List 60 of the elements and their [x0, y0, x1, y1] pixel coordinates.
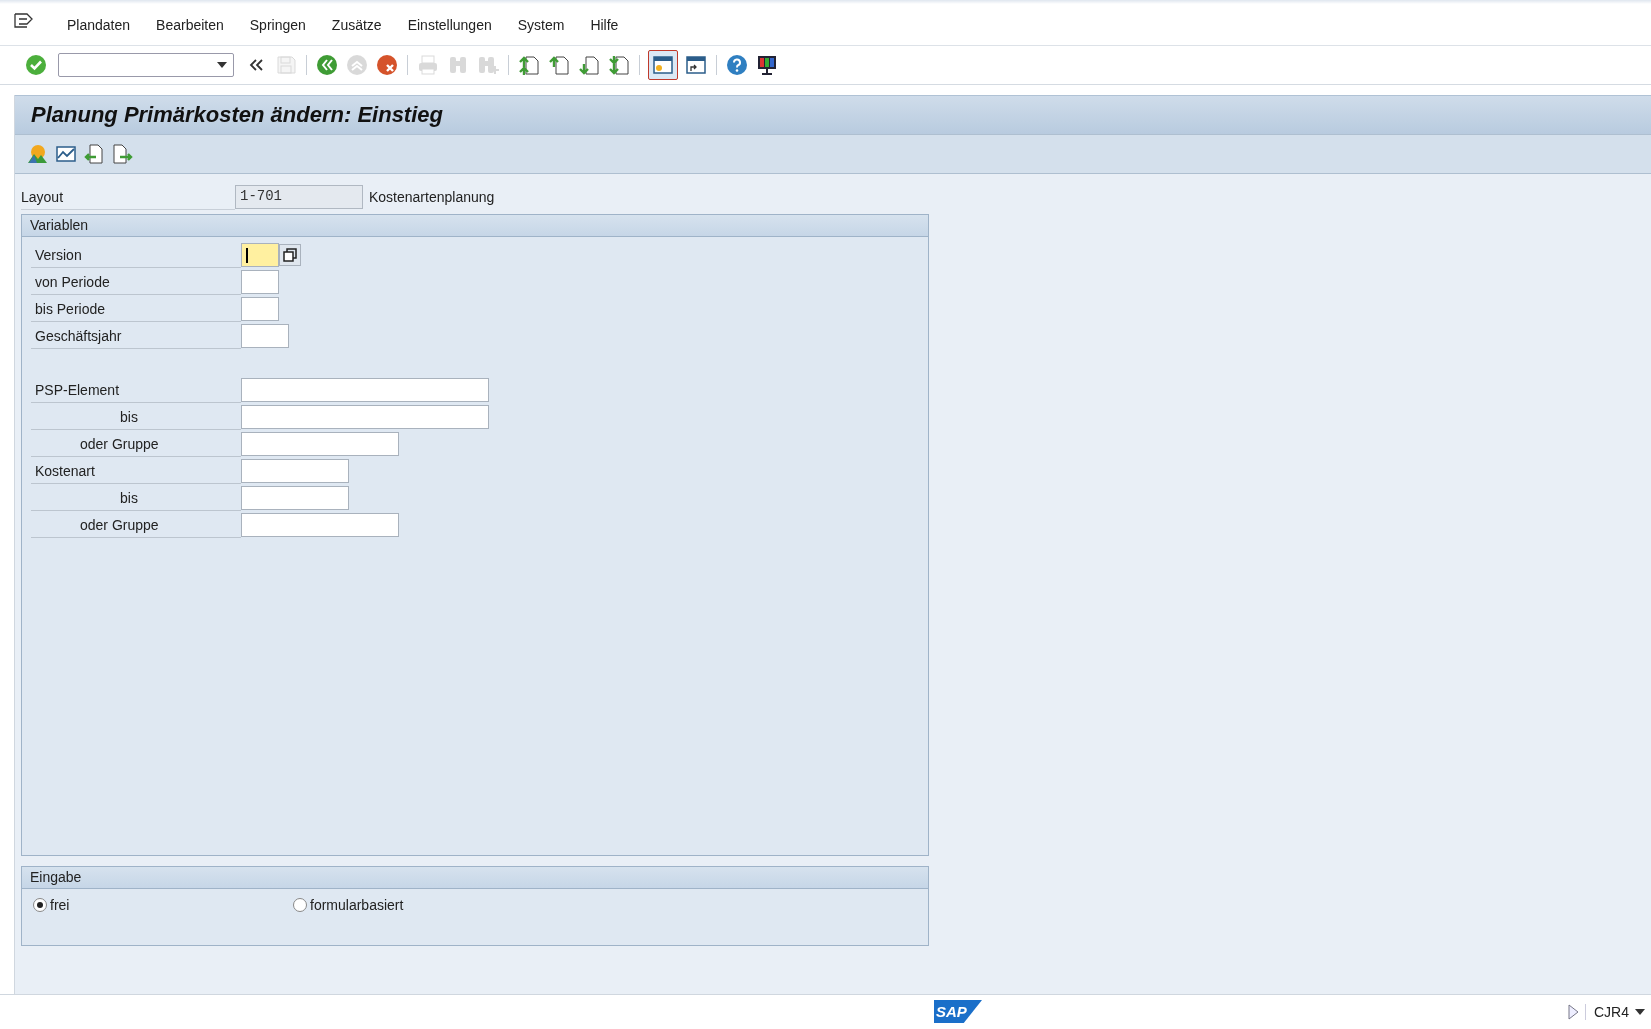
- input-field[interactable]: [241, 431, 399, 456]
- menu-item[interactable]: Einstellungen: [394, 16, 505, 33]
- field-label: oder Gruppe: [31, 511, 241, 538]
- menu-item[interactable]: Hilfe: [577, 16, 632, 33]
- logo: SAP: [934, 1000, 982, 1023]
- monitor-icon[interactable]: [755, 53, 779, 77]
- input-field[interactable]: [241, 404, 489, 429]
- panel-header: Eingabe: [22, 867, 928, 889]
- field-label: Kostenart: [31, 457, 241, 484]
- help-icon[interactable]: [725, 53, 749, 77]
- layout-description: Kostenartenplanung: [369, 189, 495, 205]
- field-label: PSP-Element: [31, 376, 241, 403]
- menu-item[interactable]: Plandaten: [54, 16, 144, 33]
- menu-item[interactable]: Springen: [236, 16, 319, 33]
- field-label: bis Periode: [31, 295, 241, 322]
- previous-page-icon[interactable]: [547, 53, 571, 77]
- panel-header: Variablen: [22, 215, 928, 237]
- menu-icon[interactable]: [14, 12, 34, 29]
- input-field[interactable]: [241, 242, 279, 267]
- back-icon[interactable]: [315, 53, 339, 77]
- input-field[interactable]: [241, 323, 289, 348]
- play-icon[interactable]: [1567, 1004, 1579, 1020]
- input-field[interactable]: [241, 269, 279, 294]
- field-label: bis: [31, 403, 241, 430]
- radio-button[interactable]: [33, 898, 47, 912]
- dropdown-caret-icon[interactable]: [1635, 1009, 1645, 1015]
- command-field[interactable]: [58, 53, 234, 77]
- last-page-icon[interactable]: [607, 53, 631, 77]
- landscape-icon[interactable]: [28, 145, 47, 163]
- menu-item[interactable]: System: [504, 16, 578, 33]
- cancel-icon[interactable]: [375, 53, 399, 77]
- input-field[interactable]: [241, 485, 349, 510]
- value-help-button[interactable]: [279, 243, 301, 266]
- export-icon[interactable]: [113, 144, 133, 164]
- dropdown-caret-icon: [217, 62, 227, 68]
- menu-item[interactable]: Bearbeiten: [143, 16, 237, 33]
- transaction-code: CJR4: [1585, 1004, 1629, 1020]
- screen-title: Planung Primärkosten ändern: Einstieg: [31, 102, 443, 128]
- field-label: bis: [31, 484, 241, 511]
- radio-label: formularbasiert: [310, 897, 404, 913]
- input-field[interactable]: [241, 377, 489, 402]
- import-icon[interactable]: [84, 144, 103, 164]
- new-window-icon[interactable]: [648, 50, 678, 80]
- radio-label: frei: [50, 897, 70, 913]
- menu-item[interactable]: Zusätze: [318, 16, 395, 33]
- field-label: Layout: [21, 184, 235, 210]
- next-page-icon[interactable]: [577, 53, 601, 77]
- input-field[interactable]: [241, 458, 349, 483]
- radio-button[interactable]: [293, 898, 307, 912]
- input-field[interactable]: [241, 512, 399, 537]
- field-label: oder Gruppe: [31, 430, 241, 457]
- field-label: Version: [31, 241, 241, 268]
- first-page-icon[interactable]: [517, 53, 541, 77]
- check-icon[interactable]: [24, 53, 48, 77]
- field-label: Geschäftsjahr: [31, 322, 241, 349]
- layout-field: 1-701: [235, 185, 363, 209]
- input-field[interactable]: [241, 296, 279, 321]
- field-label: von Periode: [31, 268, 241, 295]
- chart-icon[interactable]: [56, 146, 76, 162]
- shortcut-icon[interactable]: [684, 53, 708, 77]
